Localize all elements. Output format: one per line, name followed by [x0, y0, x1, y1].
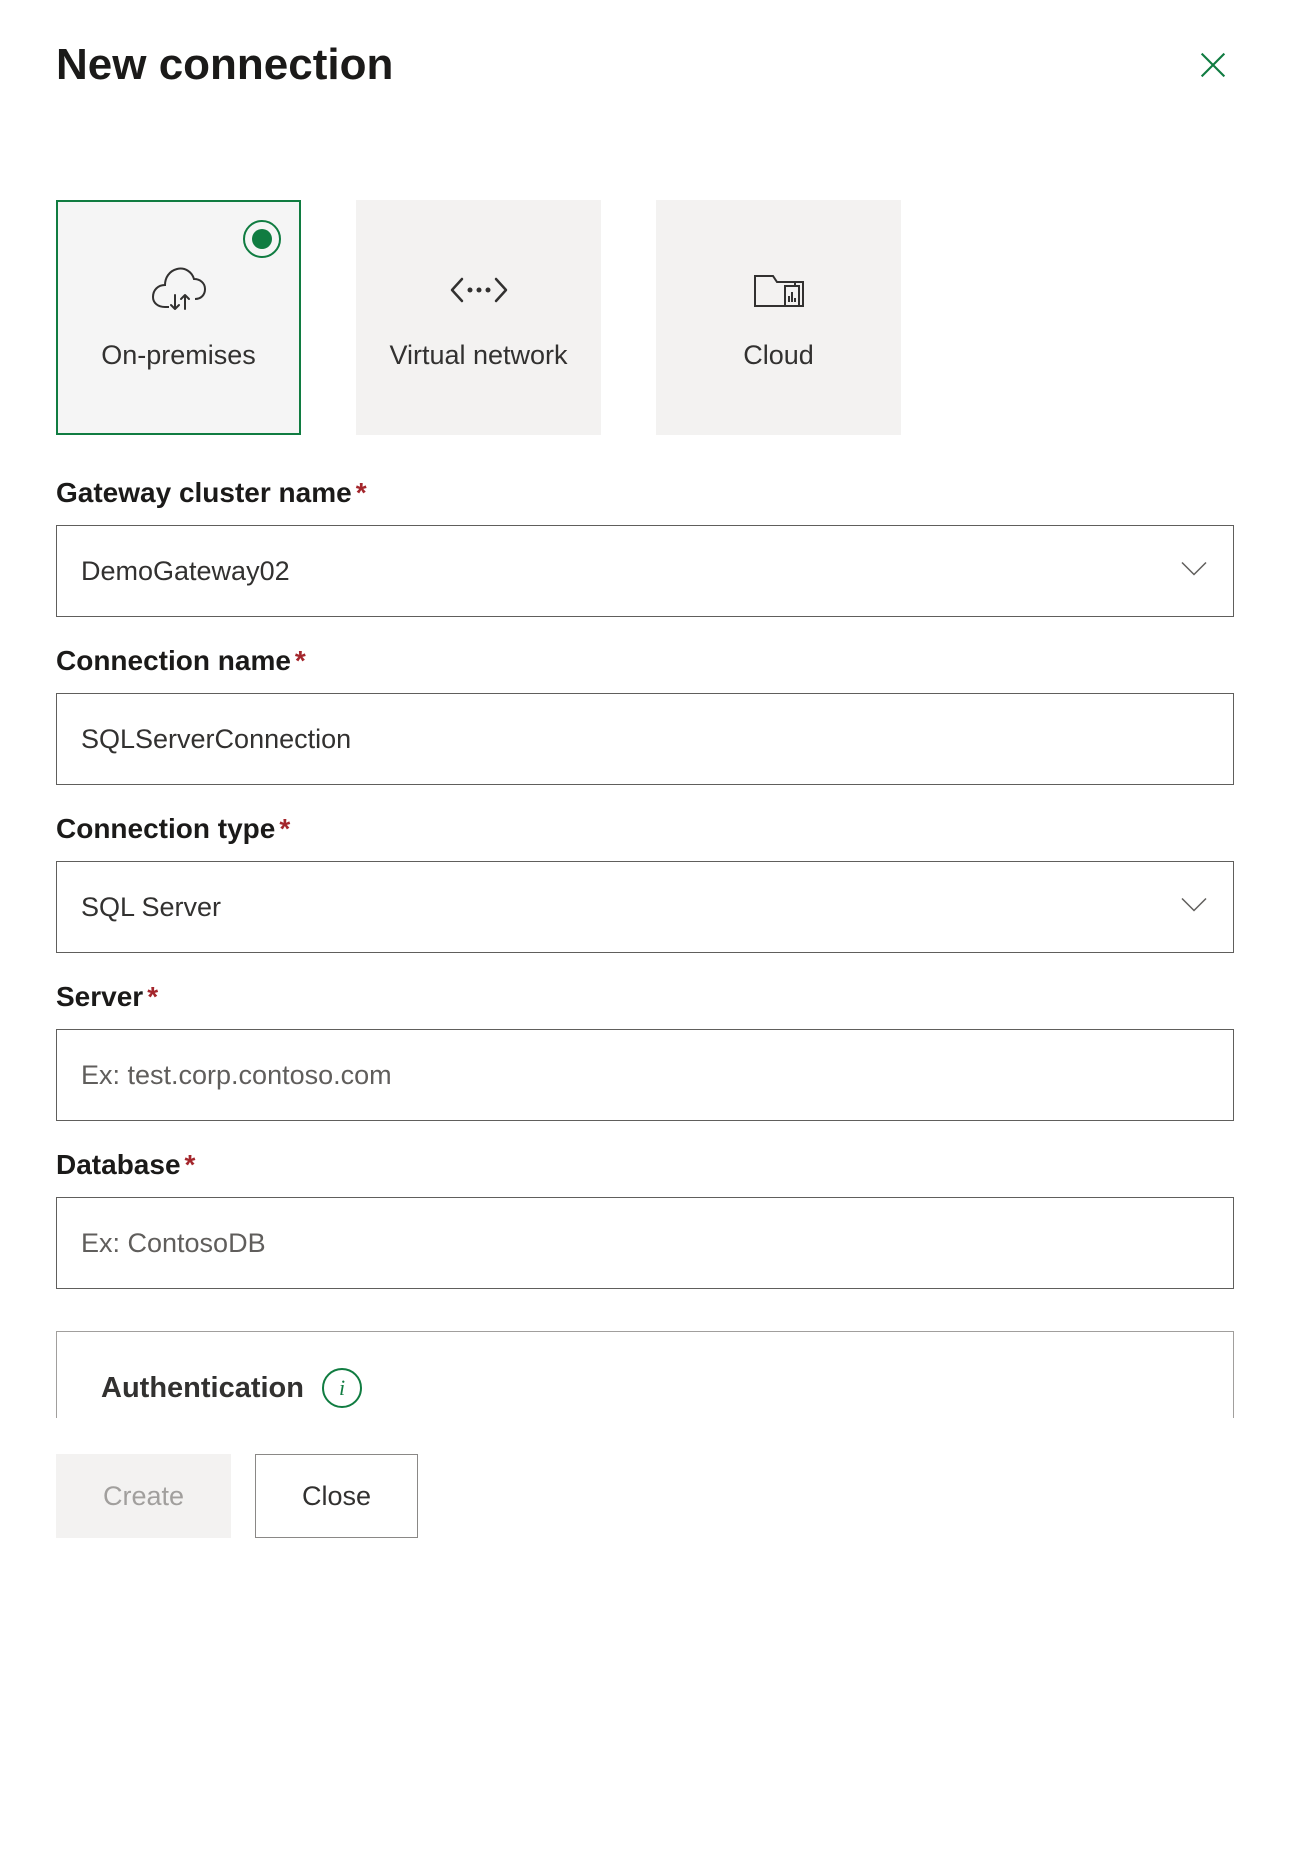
connection-name-label: Connection name* [56, 645, 1234, 677]
gateway-cluster-select[interactable] [56, 525, 1234, 617]
close-button[interactable]: Close [255, 1454, 418, 1538]
folder-chart-icon [751, 262, 807, 318]
connection-type-select[interactable] [56, 861, 1234, 953]
authentication-title: Authentication [101, 1372, 304, 1405]
required-asterisk: * [295, 645, 306, 676]
dialog-title: New connection [56, 40, 393, 90]
authentication-section: Authentication i [56, 1331, 1234, 1418]
server-input[interactable] [56, 1029, 1234, 1121]
info-icon[interactable]: i [322, 1368, 362, 1408]
connection-type-selector: On-premises Virtual network Clo [56, 200, 1234, 435]
create-button[interactable]: Create [56, 1454, 231, 1538]
connection-type-label: Connection type* [56, 813, 1234, 845]
conn-type-virtual-network[interactable]: Virtual network [356, 200, 601, 435]
connection-name-input[interactable] [56, 693, 1234, 785]
database-label: Database* [56, 1149, 1234, 1181]
conn-type-cloud[interactable]: Cloud [656, 200, 901, 435]
network-icon [448, 262, 510, 318]
required-asterisk: * [356, 477, 367, 508]
close-icon[interactable] [1192, 44, 1234, 86]
required-asterisk: * [279, 813, 290, 844]
database-input[interactable] [56, 1197, 1234, 1289]
radio-selected-icon [243, 220, 281, 258]
conn-type-on-premises[interactable]: On-premises [56, 200, 301, 435]
gateway-cluster-label: Gateway cluster name* [56, 477, 1234, 509]
cloud-sync-icon [149, 262, 209, 318]
required-asterisk: * [147, 981, 158, 1012]
conn-type-label: Virtual network [377, 338, 579, 373]
required-asterisk: * [185, 1149, 196, 1180]
conn-type-label: On-premises [89, 338, 268, 373]
conn-type-label: Cloud [731, 338, 826, 373]
server-label: Server* [56, 981, 1234, 1013]
